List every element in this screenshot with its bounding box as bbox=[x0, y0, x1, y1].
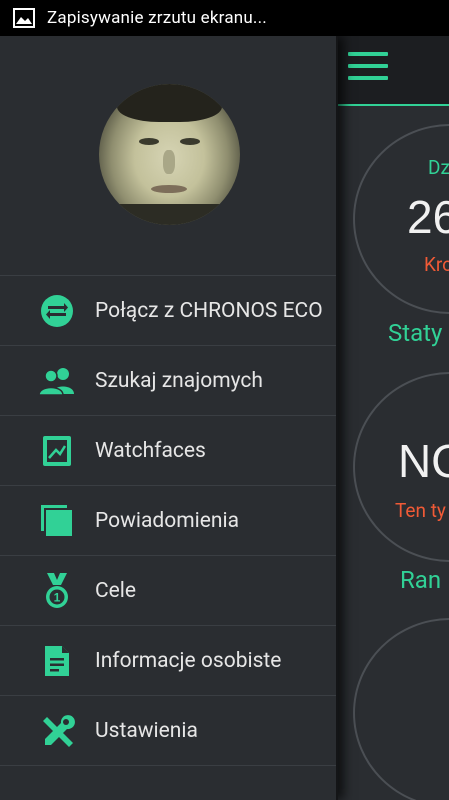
navigation-drawer: Połącz z CHRONOS ECO Szukaj znajomych Wa… bbox=[0, 36, 338, 800]
menu-item-label: Informacje osobiste bbox=[95, 648, 282, 673]
menu-item-find-friends[interactable]: Szukaj znajomych bbox=[0, 346, 338, 416]
menu-item-settings[interactable]: Ustawienia bbox=[0, 696, 338, 766]
menu-item-personal-info[interactable]: Informacje osobiste bbox=[0, 626, 338, 696]
menu-item-label: Ustawienia bbox=[95, 718, 198, 743]
menu-item-label: Połącz z CHRONOS ECO bbox=[95, 298, 323, 323]
menu-item-label: Szukaj znajomych bbox=[95, 368, 263, 393]
menu-item-label: Powiadomienia bbox=[95, 508, 240, 533]
status-bar: Zapisywanie zrzutu ekranu... bbox=[0, 0, 449, 36]
hamburger-icon[interactable] bbox=[348, 52, 388, 84]
section-statistics[interactable]: Staty bbox=[388, 319, 442, 347]
stat1-label: Dz bbox=[428, 156, 449, 179]
menu-item-notifications[interactable]: Powiadomienia bbox=[0, 486, 338, 556]
avatar[interactable] bbox=[99, 84, 240, 225]
notifications-icon bbox=[37, 501, 77, 541]
menu-item-label: Watchfaces bbox=[95, 438, 206, 463]
section-ranking[interactable]: Ran bbox=[400, 566, 441, 594]
people-icon bbox=[37, 361, 77, 401]
menu-item-label: Cele bbox=[95, 578, 137, 603]
tools-icon bbox=[37, 711, 77, 751]
stat1-sub: Kro bbox=[424, 253, 449, 276]
stat2-sub: Ten ty bbox=[395, 499, 446, 522]
stat1-value: 26 bbox=[407, 191, 449, 243]
connect-icon bbox=[37, 291, 77, 331]
watchface-icon bbox=[37, 431, 77, 471]
menu-item-goals[interactable]: 1 Cele bbox=[0, 556, 338, 626]
document-icon bbox=[37, 641, 77, 681]
drawer-menu: Połącz z CHRONOS ECO Szukaj znajomych Wa… bbox=[0, 275, 338, 766]
menu-item-connect[interactable]: Połącz z CHRONOS ECO bbox=[0, 276, 338, 346]
image-icon bbox=[13, 8, 35, 28]
svg-text:1: 1 bbox=[54, 590, 61, 604]
medal-icon: 1 bbox=[37, 571, 77, 611]
third-circle[interactable] bbox=[353, 618, 449, 800]
status-notification-text: Zapisywanie zrzutu ekranu... bbox=[47, 8, 267, 28]
stat2-value: NO bbox=[398, 435, 449, 487]
menu-item-watchfaces[interactable]: Watchfaces bbox=[0, 416, 338, 486]
